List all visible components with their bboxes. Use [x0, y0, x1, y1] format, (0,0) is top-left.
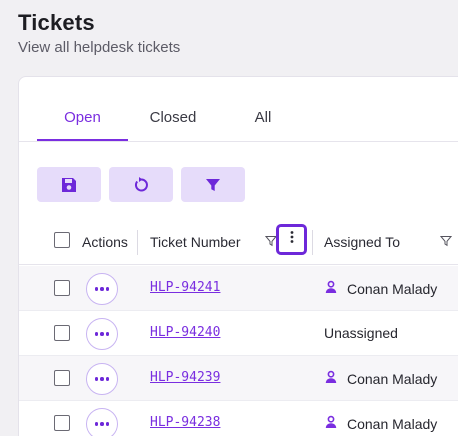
- assigned-to-cell: Conan Malady: [324, 415, 437, 432]
- table-row[interactable]: HLP-94241 Conan Malady: [19, 266, 458, 311]
- row-checkbox[interactable]: [54, 325, 70, 341]
- assignee-name: Conan Malady: [347, 415, 438, 432]
- row-actions-button[interactable]: [86, 408, 118, 436]
- ticket-number-link[interactable]: HLP-94239: [150, 370, 220, 385]
- more-icon: [94, 332, 110, 336]
- assigned-to-cell: Unassigned: [324, 325, 398, 341]
- column-menu-button[interactable]: [276, 224, 307, 255]
- user-icon: [324, 370, 338, 387]
- column-divider: [312, 230, 313, 255]
- tab-closed[interactable]: Closed: [135, 107, 211, 142]
- row-checkbox[interactable]: [54, 415, 70, 431]
- refresh-icon: [132, 176, 150, 194]
- table-row[interactable]: HLP-94240 Unassigned: [19, 311, 458, 356]
- row-actions-button[interactable]: [86, 273, 118, 305]
- page-title: Tickets: [18, 10, 95, 35]
- column-divider: [137, 230, 138, 255]
- assignee-name: Conan Malady: [347, 280, 438, 297]
- assigned-to-cell: Conan Malady: [324, 280, 437, 297]
- more-icon: [94, 377, 110, 381]
- column-header-assigned-to[interactable]: Assigned To: [324, 234, 400, 250]
- ticket-number-link[interactable]: HLP-94238: [150, 415, 220, 430]
- more-icon: [94, 287, 110, 291]
- more-icon: [94, 422, 110, 426]
- table-row[interactable]: HLP-94239 Conan Malady: [19, 356, 458, 401]
- save-button[interactable]: [37, 167, 101, 202]
- table-header: Actions Ticket Number Assigned To: [19, 220, 458, 265]
- kebab-menu-icon: [290, 230, 294, 249]
- ticket-number-link[interactable]: HLP-94240: [150, 325, 220, 340]
- refresh-button[interactable]: [109, 167, 173, 202]
- row-checkbox[interactable]: [54, 280, 70, 296]
- assigned-to-cell: Conan Malady: [324, 370, 437, 387]
- user-icon: [324, 415, 338, 432]
- filter-icon: [204, 176, 222, 194]
- select-all-checkbox[interactable]: [54, 232, 70, 248]
- tab-open[interactable]: Open: [37, 107, 128, 142]
- column-header-actions: Actions: [82, 234, 128, 250]
- tickets-card: Open Closed All Actions Ticket Number As…: [18, 76, 458, 436]
- row-checkbox[interactable]: [54, 370, 70, 386]
- page-subtitle: View all helpdesk tickets: [18, 39, 181, 56]
- tabs-divider: [19, 141, 458, 142]
- tab-all[interactable]: All: [233, 107, 293, 142]
- column-header-ticket-number[interactable]: Ticket Number: [150, 234, 241, 250]
- row-actions-button[interactable]: [86, 363, 118, 395]
- table-row[interactable]: HLP-94238 Conan Malady: [19, 401, 458, 436]
- ticket-tabs: Open Closed All: [19, 77, 458, 143]
- assigned-to-filter-icon[interactable]: [439, 234, 453, 252]
- ticket-number-link[interactable]: HLP-94241: [150, 280, 220, 295]
- row-actions-button[interactable]: [86, 318, 118, 350]
- save-icon: [60, 176, 78, 194]
- user-icon: [324, 280, 338, 297]
- filter-button[interactable]: [181, 167, 245, 202]
- assignee-name: Conan Malady: [347, 370, 438, 387]
- assignee-name: Unassigned: [324, 325, 398, 341]
